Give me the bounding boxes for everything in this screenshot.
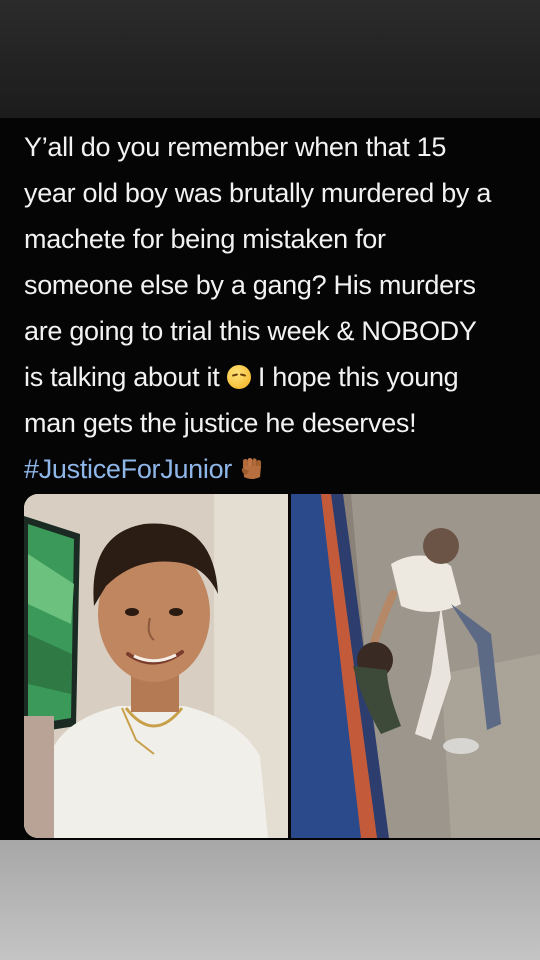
tweet-line-5: are going to trial this week & NOBODY	[24, 316, 477, 346]
tweet-line-6: is talking about it I hope this young	[24, 354, 540, 400]
tweet-line-3: machete for being mistaken for	[24, 224, 386, 254]
tweet-line-6-text: is talking about it	[24, 362, 220, 392]
photo-grid	[24, 494, 540, 838]
tweet-line-1: Y’all do you remember when that 15	[24, 132, 447, 162]
tweet-line-4: someone else by a gang? His murders	[24, 270, 476, 300]
bottom-bar	[0, 840, 540, 960]
tweet-line-8: man gets the justice he deserves!	[24, 408, 417, 438]
top-bar	[0, 0, 540, 118]
tv-screen	[24, 516, 80, 734]
raised-fist-icon	[239, 456, 265, 482]
tweet-line-7-text: I hope this young	[257, 362, 459, 392]
tweet-line-2: year old boy was brutally murdered by a	[24, 178, 492, 208]
cctv-photo[interactable]	[291, 494, 540, 838]
story-screen: Y’all do you remember when that 15 year …	[0, 0, 540, 960]
reposted-tweet: Y’all do you remember when that 15 year …	[0, 118, 540, 840]
portrait-photo[interactable]	[24, 494, 288, 838]
sad-face-icon	[226, 365, 251, 389]
tweet-text: Y’all do you remember when that 15 year …	[24, 124, 540, 492]
hashtag-line: #JusticeForJunior	[24, 446, 540, 492]
hashtag-link[interactable]: #JusticeForJunior	[24, 454, 232, 484]
